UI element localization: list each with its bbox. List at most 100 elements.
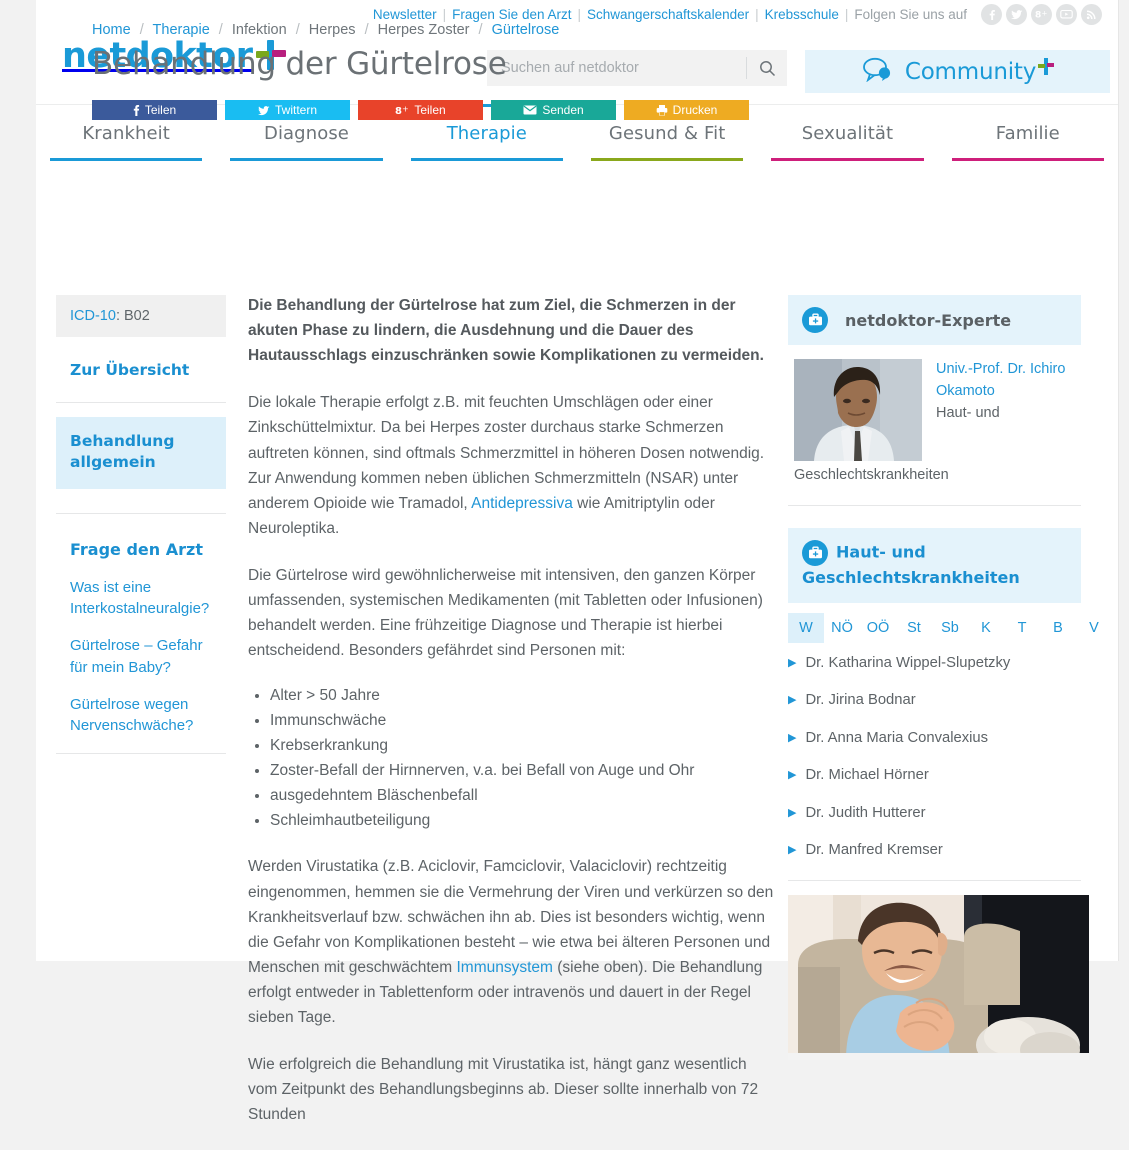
expert-card-header: netdoktor-Experte bbox=[788, 295, 1081, 345]
breadcrumb-item-infektion: Infektion bbox=[231, 22, 287, 38]
facebook-icon bbox=[133, 104, 140, 116]
doctors-card-title-line2: Geschlechtskrankheiten bbox=[802, 568, 1020, 587]
expert-meta: Univ.-Prof. Dr. Ichiro Okamoto Haut- und bbox=[936, 359, 1081, 461]
facebook-icon[interactable] bbox=[981, 3, 1002, 25]
chevron-right-icon: ▶ bbox=[788, 769, 797, 782]
promo-image bbox=[788, 894, 1089, 1060]
page-container: Newsletter | Fragen Sie den Arzt | Schwa… bbox=[36, 0, 1119, 1123]
nav-item-familie[interactable]: Familie bbox=[938, 105, 1118, 161]
expert-profile: Univ.-Prof. Dr. Ichiro Okamoto Haut- und bbox=[788, 345, 1081, 461]
follow-us-label: Folgen Sie uns auf bbox=[854, 6, 967, 22]
doctors-card-header: Haut- und Geschlechtskrankheiten bbox=[788, 528, 1081, 603]
region-tab-sb[interactable]: Sb bbox=[932, 613, 968, 643]
googleplus-icon[interactable]: 8 + bbox=[1031, 3, 1052, 25]
divider bbox=[788, 505, 1081, 506]
doctor-name: Dr. Jirina Bodnar bbox=[805, 692, 916, 709]
doctor-list: ▶ Dr. Katharina Wippel-Slupetzky ▶ Dr. J… bbox=[788, 647, 1081, 859]
sidebar-item-behandlung-allgemein[interactable]: Behandlung allgemein bbox=[56, 417, 226, 489]
inline-link-antidepressiva[interactable]: Antidepressiva bbox=[471, 495, 573, 512]
article-body: Die Behandlung der Gürtelrose hat zum Zi… bbox=[226, 267, 774, 1150]
twitter-icon bbox=[257, 105, 270, 116]
mail-icon bbox=[523, 105, 537, 115]
list-item[interactable]: ▶ Dr. Michael Hörner bbox=[788, 767, 1081, 784]
region-tab-v[interactable]: V bbox=[1076, 613, 1112, 643]
share-email-label: Senden bbox=[542, 103, 584, 117]
page-title: Behandlung der Gürtelrose bbox=[92, 46, 507, 82]
region-tab-ooe[interactable]: OÖ bbox=[860, 613, 896, 643]
breadcrumb-slash: / bbox=[218, 22, 223, 38]
region-tab-k[interactable]: K bbox=[968, 613, 1004, 643]
region-tab-t[interactable]: T bbox=[1004, 613, 1040, 643]
breadcrumb-item-home[interactable]: Home bbox=[92, 22, 131, 38]
share-googleplus-button[interactable]: 8 + Teilen bbox=[358, 100, 483, 120]
share-twitter-button[interactable]: Twittern bbox=[225, 100, 350, 120]
rss-icon[interactable] bbox=[1081, 3, 1102, 25]
icd-value: : B02 bbox=[115, 308, 150, 324]
article-paragraph-2: Die lokale Therapie erfolgt z.B. mit feu… bbox=[248, 390, 774, 541]
icd-code-box: ICD-10: B02 bbox=[56, 295, 226, 337]
breadcrumb-item-herpes: Herpes bbox=[308, 22, 356, 38]
plus-cross-icon bbox=[1038, 58, 1055, 77]
article-paragraph-3: Die Gürtelrose wird gewöhnlicherweise mi… bbox=[248, 566, 763, 660]
ask-question-link[interactable]: Gürtelrose wegen Nervenschwäche? bbox=[70, 694, 212, 737]
region-tab-w[interactable]: W bbox=[788, 612, 824, 643]
print-button[interactable]: Drucken bbox=[624, 100, 749, 120]
overview-link[interactable]: Zur Übersicht bbox=[70, 361, 189, 379]
breadcrumb-slash: / bbox=[295, 22, 300, 38]
nav-label: Sexualität bbox=[801, 122, 894, 144]
youtube-icon[interactable] bbox=[1056, 3, 1077, 25]
breadcrumb: Home / Therapie / Infektion / Herpes / H… bbox=[92, 0, 832, 38]
region-tab-b[interactable]: B bbox=[1040, 613, 1076, 643]
share-googleplus-label: Teilen bbox=[414, 103, 446, 117]
community-label: Community bbox=[904, 58, 1037, 85]
breadcrumb-slash: / bbox=[478, 22, 483, 38]
breadcrumb-slash: / bbox=[364, 22, 369, 38]
promo-banner[interactable] bbox=[788, 894, 1089, 1060]
doctor-name: Dr. Anna Maria Convalexius bbox=[805, 729, 989, 746]
divider bbox=[788, 879, 1081, 881]
region-tabs: W NÖ OÖ St Sb K T B V bbox=[788, 603, 1099, 647]
svg-text:8: 8 bbox=[395, 106, 402, 116]
list-item[interactable]: ▶ Dr. Judith Hutterer bbox=[788, 805, 1081, 822]
share-email-button[interactable]: Senden bbox=[491, 100, 616, 120]
chevron-right-icon: ▶ bbox=[788, 694, 797, 707]
breadcrumb-item-guertelrose[interactable]: Gürtelrose bbox=[492, 22, 560, 38]
list-item[interactable]: ▶ Dr. Katharina Wippel-Slupetzky bbox=[788, 655, 1081, 672]
breadcrumb-item-therapie[interactable]: Therapie bbox=[153, 22, 210, 38]
chevron-right-icon: ▶ bbox=[788, 731, 797, 744]
left-sidebar: ICD-10: B02 Zur Übersicht Behandlung all… bbox=[56, 267, 226, 1150]
article-paragraph-5: Wie erfolgreich die Behandlung mit Virus… bbox=[248, 1056, 759, 1124]
list-item[interactable]: ▶ Dr. Jirina Bodnar bbox=[788, 692, 1081, 709]
sidebar-active-label[interactable]: Behandlung allgemein bbox=[70, 431, 212, 473]
breadcrumb-slash: / bbox=[139, 22, 144, 38]
doctor-name: Dr. Judith Hutterer bbox=[805, 804, 926, 821]
doctor-name: Dr. Michael Hörner bbox=[805, 767, 929, 784]
icd-label: ICD-10 bbox=[70, 308, 116, 324]
overview-link-block: Zur Übersicht bbox=[56, 337, 226, 402]
ask-doctor-block: Frage den Arzt Was ist eine Interkostaln… bbox=[56, 514, 226, 737]
list-item[interactable]: ▶ Dr. Anna Maria Convalexius bbox=[788, 730, 1081, 747]
googleplus-icon: 8 + bbox=[395, 104, 409, 117]
article-lead: Die Behandlung der Gürtelrose hat zum Zi… bbox=[248, 297, 764, 365]
expert-name-link[interactable]: Univ.-Prof. Dr. Ichiro Okamoto bbox=[936, 359, 1081, 403]
expert-card-title: netdoktor-Experte bbox=[845, 310, 1012, 330]
print-label: Drucken bbox=[672, 103, 718, 117]
ask-question-link[interactable]: Gürtelrose – Gefahr für mein Baby? bbox=[70, 635, 212, 678]
share-bar: Teilen Twittern 8 + Teilen Senden Drucke… bbox=[92, 100, 832, 120]
inline-link-immunsystem[interactable]: Immunsystem bbox=[456, 959, 552, 976]
share-facebook-button[interactable]: Teilen bbox=[92, 100, 217, 120]
expert-photo-image bbox=[794, 359, 922, 461]
risk-group-list: Alter > 50 Jahre Immunschwäche Krebserkr… bbox=[248, 685, 774, 832]
list-item[interactable]: ▶ Dr. Manfred Kremser bbox=[788, 842, 1081, 859]
expert-specialty-line2: Geschlechtskrankheiten bbox=[794, 467, 949, 483]
nav-label: Diagnose bbox=[263, 122, 349, 144]
twitter-icon[interactable] bbox=[1006, 3, 1027, 25]
doctor-name: Dr. Katharina Wippel-Slupetzky bbox=[805, 654, 1011, 671]
nav-label: Gesund & Fit bbox=[608, 122, 726, 144]
region-tab-st[interactable]: St bbox=[896, 613, 932, 643]
region-tab-noe[interactable]: NÖ bbox=[824, 613, 860, 643]
community-button[interactable]: Community bbox=[805, 50, 1110, 93]
chevron-right-icon: ▶ bbox=[788, 806, 797, 819]
doctors-card: Haut- und Geschlechtskrankheiten W NÖ OÖ… bbox=[788, 528, 1099, 859]
ask-question-link[interactable]: Was ist eine Interkostalneuralgie? bbox=[70, 577, 212, 620]
